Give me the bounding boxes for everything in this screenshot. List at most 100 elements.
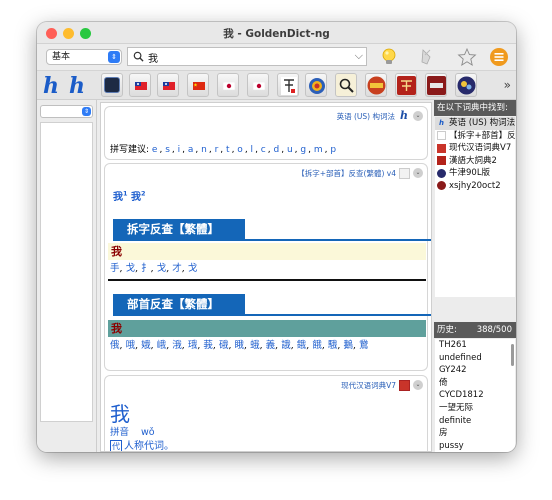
dict-button-badge2[interactable] (395, 73, 417, 97)
collapse-chevron-icon[interactable]: ⌄ (413, 168, 423, 178)
dict-button-jp2[interactable] (247, 73, 269, 97)
star-icon[interactable] (457, 47, 477, 67)
word-link[interactable]: 我2 (131, 190, 146, 203)
dict-button-h2[interactable]: h (67, 73, 89, 97)
link-item[interactable]: p (330, 145, 336, 155)
taiwan-flag-icon (163, 82, 175, 90)
link-item[interactable]: 珴 (188, 340, 198, 351)
left-select[interactable]: ⇕ (40, 105, 93, 118)
found-in-item[interactable]: 牛津90L版 (435, 167, 515, 180)
link-item[interactable]: t (226, 145, 230, 155)
dict-button-globe[interactable] (305, 73, 327, 97)
link-item[interactable]: 哦 (126, 340, 136, 351)
link-item[interactable]: 莪 (203, 340, 213, 351)
found-in-item[interactable]: 现代汉语词典V7 (435, 142, 515, 155)
word-variants: 我1 我2 (113, 188, 146, 203)
dict-button-search[interactable] (335, 73, 357, 97)
link-item[interactable]: 涐 (172, 340, 182, 351)
section-headword: 我 (108, 243, 426, 260)
link-item[interactable]: l (251, 145, 254, 155)
headword: 我 (110, 402, 130, 426)
taiwan-flag-icon (135, 82, 147, 90)
link-item[interactable]: d (273, 145, 279, 155)
dict-button-badge1[interactable] (365, 73, 387, 97)
collapse-chevron-icon[interactable]: ⌄ (413, 380, 423, 390)
link-item[interactable]: 騀 (328, 340, 338, 351)
link-item[interactable]: o (237, 145, 243, 155)
article-view[interactable]: 英语 (US) 构词法 h ⌄ 拼写建议: e, s, i, a, n, r, … (100, 102, 432, 452)
link-item[interactable]: r (215, 145, 219, 155)
history-scrollbar[interactable] (511, 344, 514, 366)
link-item[interactable]: 戈 (157, 263, 167, 274)
dict-button-app[interactable] (101, 73, 123, 97)
dict-button-tw1[interactable] (129, 73, 151, 97)
history-item[interactable]: 倚 (435, 377, 515, 390)
dict-button-badge4[interactable] (455, 73, 477, 97)
collapse-chevron-icon[interactable]: ⌄ (413, 111, 423, 121)
menu-icon[interactable] (489, 47, 509, 67)
dict-button-tw2[interactable] (157, 73, 179, 97)
link-item[interactable]: 戈 (188, 263, 198, 274)
word-link[interactable]: 我1 (113, 190, 128, 203)
link-item[interactable]: 睋 (235, 340, 245, 351)
link-item[interactable]: 餓 (312, 340, 322, 351)
link-item[interactable]: 俄 (110, 340, 120, 351)
link-item[interactable]: 扌 (141, 263, 151, 274)
link-item[interactable]: e (152, 145, 158, 155)
link-item[interactable]: 鋨 (297, 340, 307, 351)
dict-badge-icon (367, 76, 386, 95)
separator: , (208, 145, 215, 155)
link-item[interactable]: 誐 (281, 340, 291, 351)
link-item[interactable]: 鵝 (343, 340, 353, 351)
link-item[interactable]: s (165, 145, 170, 155)
definition: 人称代词。 (124, 441, 174, 452)
link-item[interactable]: c (261, 145, 266, 155)
window-title: 我 - GoldenDict-ng (223, 28, 330, 40)
link-item[interactable]: a (188, 145, 194, 155)
history-item[interactable]: CYCD1812 (435, 389, 515, 402)
history-item[interactable]: definite (435, 415, 515, 428)
link-item[interactable]: 才 (172, 263, 182, 274)
link-item[interactable]: i (178, 145, 181, 155)
chevron-down-icon[interactable]: ⌵ (355, 49, 363, 63)
link-item[interactable]: 鵞 (359, 340, 369, 351)
history-item[interactable]: 房 (435, 427, 515, 440)
dict-button-chinese[interactable] (277, 73, 299, 97)
link-item[interactable]: g (300, 145, 306, 155)
link-item[interactable]: 娥 (141, 340, 151, 351)
dict-icon (437, 156, 446, 166)
history-item[interactable]: 一望无际 (435, 402, 515, 415)
link-item[interactable]: 手 (110, 263, 120, 274)
found-in-item[interactable]: 【拆字+部首】反 (435, 130, 515, 143)
found-in-item[interactable]: h 英语 (US) 构词法 (435, 117, 515, 130)
found-in-item[interactable]: 漢語大詞典2 (435, 155, 515, 168)
dict-icon (399, 167, 410, 179)
history-item[interactable]: TH261 (435, 339, 515, 352)
definition-line: 代人称代词。 (110, 437, 174, 452)
link-item[interactable]: 峨 (157, 340, 167, 351)
title-bar: 我 - GoldenDict-ng (37, 22, 516, 44)
link-item[interactable]: n (201, 145, 207, 155)
lightbulb-icon[interactable] (379, 47, 399, 67)
link-item[interactable]: m (314, 145, 323, 155)
pronounce-icon[interactable] (417, 47, 437, 67)
dict-button-cn[interactable] (187, 73, 209, 97)
separator: , (244, 145, 251, 155)
dict-button-badge3[interactable] (425, 73, 447, 97)
link-item[interactable]: u (287, 145, 293, 155)
history-item[interactable]: GY242 (435, 364, 515, 377)
history-item[interactable]: pussy (435, 440, 515, 452)
left-list[interactable] (40, 122, 93, 422)
spell-label: 拼写建议: (110, 145, 150, 155)
found-in-item[interactable]: xsjhy20oct2 (435, 180, 515, 193)
link-item[interactable]: 戈 (126, 263, 136, 274)
group-select[interactable]: 基本 ⇕ (46, 49, 122, 65)
history-item[interactable]: undefined (435, 352, 515, 365)
search-input[interactable]: 我 ⌵ (127, 47, 367, 66)
dict-button-h[interactable]: h (41, 73, 63, 97)
dict-button-jp1[interactable] (217, 73, 239, 97)
radical-links: 俄, 哦, 娥, 峨, 涐, 珴, 莪, 硪, 睋, 蛾, 義, 誐, 鋨, 餓… (110, 339, 426, 352)
link-item[interactable]: 義 (266, 340, 276, 351)
link-item[interactable]: 蛾 (250, 340, 260, 351)
more-dicts-button[interactable]: » (504, 78, 511, 92)
